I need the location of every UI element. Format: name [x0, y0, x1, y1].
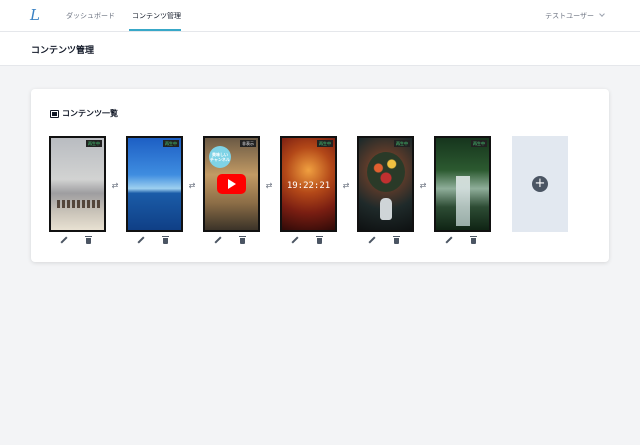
content-list-card: コンテンツ一覧 再生中 ⇄ 再生中 ⇄ 美味しい チャンネル 非表示 ⇄ 19:… [31, 89, 609, 262]
waterfall-image [456, 176, 470, 226]
content-thumbnail[interactable]: 再生中 [49, 136, 106, 232]
edit-icon[interactable] [214, 236, 222, 244]
page-title: コンテンツ管理 [31, 46, 95, 56]
edit-icon[interactable] [60, 236, 68, 244]
item-actions [203, 236, 260, 246]
content-item: 19:22:21 再生中 [280, 136, 337, 244]
content-thumbnail[interactable]: 美味しい チャンネル 非表示 [203, 136, 260, 232]
channel-badge: 美味しい チャンネル [209, 146, 231, 168]
swap-icon[interactable]: ⇄ [264, 181, 274, 190]
content-thumbnail[interactable]: 再生中 [357, 136, 414, 232]
swap-icon[interactable]: ⇄ [187, 181, 197, 190]
logo[interactable]: L [30, 6, 40, 24]
edit-icon[interactable] [291, 236, 299, 244]
content-item: 再生中 [49, 136, 106, 244]
status-badge: 非表示 [240, 140, 256, 147]
content-item: 美味しい チャンネル 非表示 [203, 136, 260, 244]
status-badge: 再生中 [163, 140, 179, 147]
status-badge: 再生中 [86, 140, 102, 147]
content-item: 再生中 [126, 136, 183, 244]
edit-icon[interactable] [368, 236, 376, 244]
trash-icon[interactable] [162, 236, 170, 244]
plus-icon: + [532, 176, 548, 192]
user-name: テストユーザー [545, 12, 594, 20]
item-actions [357, 236, 414, 246]
content-item: 再生中 [434, 136, 491, 244]
horses-image [57, 200, 101, 208]
edit-icon[interactable] [137, 236, 145, 244]
gallery-icon [50, 109, 59, 118]
status-badge: 再生中 [317, 140, 333, 147]
content-thumbnail[interactable]: 19:22:21 再生中 [280, 136, 337, 232]
clock-display: 19:22:21 [286, 181, 331, 191]
item-actions [49, 236, 106, 246]
content-thumbnail[interactable]: 再生中 [434, 136, 491, 232]
add-content-button[interactable]: + [512, 136, 568, 232]
trash-icon[interactable] [470, 236, 478, 244]
item-actions [280, 236, 337, 246]
page-header: コンテンツ管理 [0, 31, 640, 66]
vase-image [380, 198, 392, 220]
swap-icon[interactable]: ⇄ [341, 181, 351, 190]
edit-icon[interactable] [445, 236, 453, 244]
swap-icon[interactable]: ⇄ [110, 181, 120, 190]
swap-icon[interactable]: ⇄ [418, 181, 428, 190]
item-actions [434, 236, 491, 246]
item-actions [126, 236, 183, 246]
top-navbar: L ダッシュボード コンテンツ管理 テストユーザー [0, 0, 640, 31]
trash-icon[interactable] [85, 236, 93, 244]
status-badge: 再生中 [471, 140, 487, 147]
card-title-text: コンテンツ一覧 [62, 109, 118, 118]
chevron-down-icon [599, 11, 605, 17]
youtube-play-icon [217, 174, 246, 194]
status-badge: 再生中 [394, 140, 410, 147]
card-title: コンテンツ一覧 [50, 108, 118, 119]
user-menu[interactable]: テストユーザー [545, 11, 605, 21]
trash-icon[interactable] [393, 236, 401, 244]
content-thumbnail[interactable]: 再生中 [126, 136, 183, 232]
nav-link-dashboard[interactable]: ダッシュボード [66, 11, 115, 21]
trash-icon[interactable] [316, 236, 324, 244]
content-item: 再生中 [357, 136, 414, 244]
trash-icon[interactable] [239, 236, 247, 244]
flowers-image [367, 152, 405, 192]
nav-link-content-management[interactable]: コンテンツ管理 [132, 11, 181, 21]
